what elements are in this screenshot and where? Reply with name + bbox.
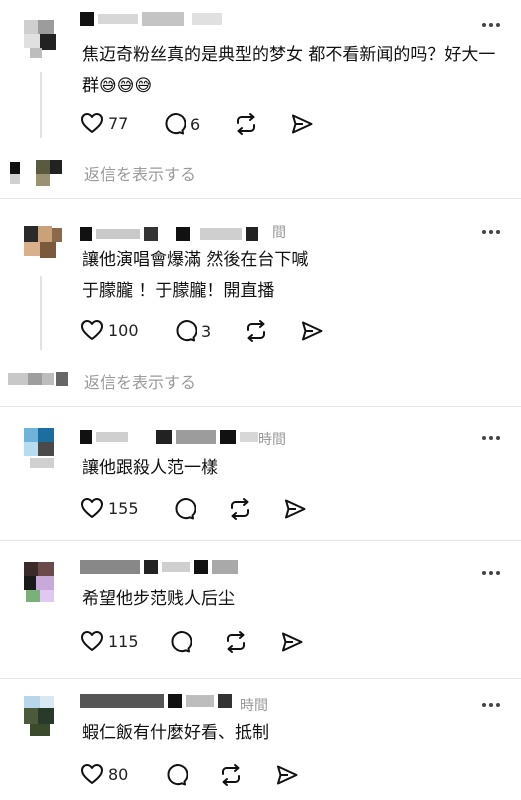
heart-icon xyxy=(80,630,104,652)
like-button[interactable]: 100 xyxy=(80,319,139,341)
send-icon xyxy=(300,319,324,343)
username-blurred[interactable] xyxy=(80,430,260,444)
repost-icon xyxy=(234,112,258,136)
reply-button[interactable] xyxy=(168,630,192,654)
reply-button[interactable] xyxy=(172,497,196,521)
timestamp: 間 xyxy=(272,225,286,241)
more-icon[interactable] xyxy=(478,431,500,445)
divider xyxy=(0,406,521,407)
like-button[interactable]: 80 xyxy=(80,763,128,785)
comment-text: 蝦仁飯有什麼好看、抵制 xyxy=(82,723,269,743)
speech-bubble-icon xyxy=(162,112,186,136)
reply-count: 3 xyxy=(201,321,212,341)
repost-icon xyxy=(219,763,243,787)
thread-line xyxy=(40,276,42,350)
heart-icon xyxy=(80,763,104,785)
avatar[interactable] xyxy=(20,560,64,604)
like-button[interactable]: 155 xyxy=(80,497,139,519)
reply-button[interactable]: 3 xyxy=(173,319,211,343)
more-icon[interactable] xyxy=(478,18,500,32)
speech-bubble-icon xyxy=(168,630,192,654)
share-button[interactable] xyxy=(300,319,324,343)
like-button[interactable]: 115 xyxy=(80,630,139,652)
speech-bubble-icon xyxy=(164,763,188,787)
speech-bubble-icon xyxy=(172,497,196,521)
reply-button[interactable] xyxy=(164,763,188,787)
like-count: 80 xyxy=(108,764,129,784)
timestamp: 時間 xyxy=(240,698,268,714)
share-button[interactable] xyxy=(280,630,304,654)
heart-icon xyxy=(80,112,104,134)
send-icon xyxy=(280,630,304,654)
repost-icon xyxy=(228,497,252,521)
reply-avatars[interactable] xyxy=(6,368,70,392)
like-count: 115 xyxy=(108,631,139,651)
thread-line xyxy=(40,72,42,138)
reply-button[interactable]: 6 xyxy=(162,112,200,136)
repost-icon xyxy=(244,319,268,343)
username-blurred[interactable] xyxy=(80,12,225,26)
speech-bubble-icon xyxy=(173,319,197,343)
avatar[interactable] xyxy=(20,694,64,738)
divider xyxy=(0,540,521,541)
comment-text: 焦迈奇粉丝真的是典型的梦女 都不看新闻的吗？好大一群😅😅😅 xyxy=(82,45,496,96)
username-blurred[interactable] xyxy=(80,227,280,241)
share-button[interactable] xyxy=(275,763,299,787)
repost-button[interactable] xyxy=(244,319,268,343)
more-icon[interactable] xyxy=(478,698,500,712)
like-count: 100 xyxy=(108,320,139,340)
comment-text: 希望他步范贱人后尘 xyxy=(82,589,235,609)
like-count: 77 xyxy=(108,113,129,133)
show-replies-link[interactable]: 返信を表示する xyxy=(84,369,196,393)
avatar[interactable] xyxy=(20,16,64,60)
like-count: 155 xyxy=(108,498,139,518)
divider xyxy=(0,198,521,199)
more-icon[interactable] xyxy=(478,566,500,580)
repost-button[interactable] xyxy=(234,112,258,136)
repost-icon xyxy=(224,630,248,654)
reply-count: 6 xyxy=(190,114,201,134)
username-blurred[interactable] xyxy=(80,694,250,708)
avatar[interactable] xyxy=(20,222,64,266)
share-button[interactable] xyxy=(290,112,314,136)
heart-icon xyxy=(80,497,104,519)
emoji-sweat-smile: 😅😅😅 xyxy=(99,76,153,96)
heart-icon xyxy=(80,319,104,341)
timestamp: 時間 xyxy=(258,432,286,448)
comment-text: 讓他跟殺人范一樣 xyxy=(82,458,218,478)
repost-button[interactable] xyxy=(219,763,243,787)
show-replies-link[interactable]: 返信を表示する xyxy=(84,161,196,185)
divider xyxy=(0,678,521,679)
repost-button[interactable] xyxy=(228,497,252,521)
avatar[interactable] xyxy=(20,426,64,470)
reply-avatars[interactable] xyxy=(6,158,66,188)
share-button[interactable] xyxy=(283,497,307,521)
send-icon xyxy=(290,112,314,136)
repost-button[interactable] xyxy=(224,630,248,654)
more-icon[interactable] xyxy=(478,225,500,239)
like-button[interactable]: 77 xyxy=(80,112,128,134)
comment-text: 讓他演唱會爆滿 然後在台下喊 于朦朧 ！于朦朧！開直播 xyxy=(82,250,309,301)
username-blurred[interactable] xyxy=(80,560,240,574)
send-icon xyxy=(275,763,299,787)
send-icon xyxy=(283,497,307,521)
